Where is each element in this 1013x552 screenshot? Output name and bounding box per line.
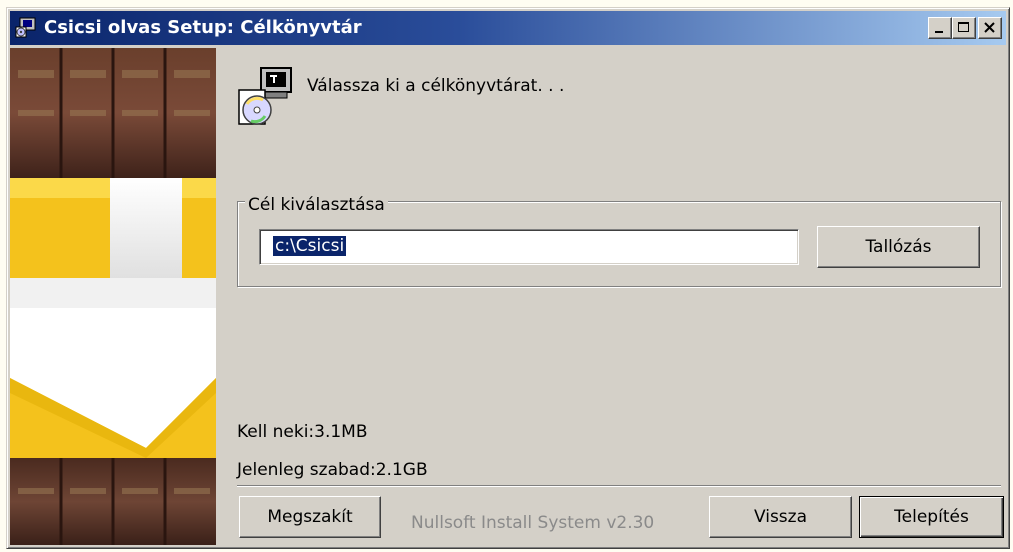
nsis-branding-text: Nullsoft Install System v2.30 [411, 513, 655, 533]
setup-disk-icon [235, 66, 295, 128]
footer-separator [237, 485, 1001, 487]
close-button[interactable] [978, 17, 1002, 39]
destination-path-value: c:\Csicsi [273, 236, 347, 256]
cancel-button[interactable]: Megszakít [239, 496, 381, 538]
header-instruction: Válassza ki a célkönyvtárat. . . [307, 76, 565, 96]
title-bar[interactable]: Csicsi olvas Setup: Célkönyvtár [10, 11, 1006, 45]
setup-window: Csicsi olvas Setup: Célkönyvtár Válassza… [6, 7, 1010, 549]
back-button[interactable]: Vissza [709, 496, 852, 538]
installer-banner-image [10, 48, 216, 545]
destination-group-label: Cél kiválasztása [245, 195, 388, 215]
installer-app-icon [14, 17, 38, 39]
space-available-text: Jelenleg szabad:2.1GB [237, 460, 428, 480]
space-required-text: Kell neki:3.1MB [237, 422, 368, 442]
browse-button[interactable]: Tallózás [817, 226, 980, 268]
window-title: Csicsi olvas Setup: Célkönyvtár [44, 17, 362, 38]
maximize-button[interactable] [952, 17, 976, 39]
minimize-button[interactable] [928, 17, 952, 39]
destination-path-input[interactable]: c:\Csicsi [259, 229, 799, 265]
install-button[interactable]: Telepítés [859, 496, 1004, 538]
